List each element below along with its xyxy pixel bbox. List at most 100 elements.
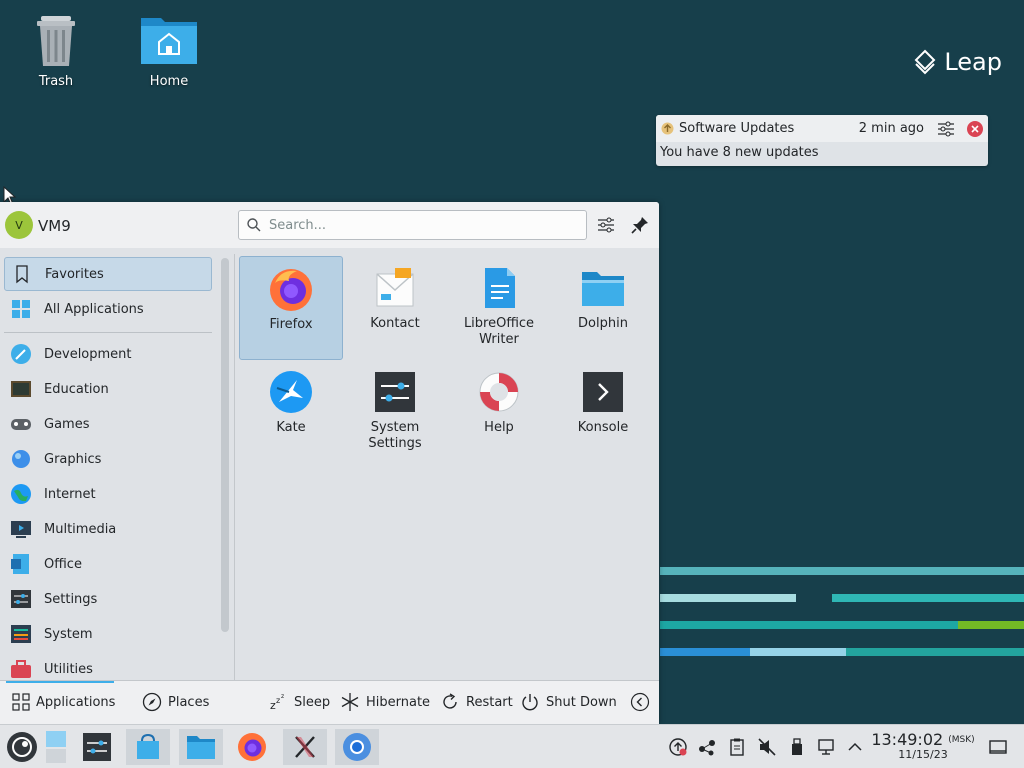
- sidebar-item-internet[interactable]: Internet: [4, 477, 212, 511]
- sidebar-item-label: Office: [44, 556, 82, 572]
- sleep-label: Sleep: [294, 694, 331, 710]
- category-sidebar: Favorites All Applications Development E…: [0, 254, 218, 680]
- sidebar-item-label: Multimedia: [44, 521, 117, 537]
- pane-separator: [234, 254, 235, 680]
- development-icon: [11, 344, 31, 364]
- volume-muted-icon[interactable]: [757, 737, 777, 757]
- sidebar-item-settings[interactable]: Settings: [4, 582, 212, 616]
- app-tile-konsole[interactable]: Konsole: [551, 360, 655, 464]
- taskbar-dolphin[interactable]: [179, 729, 223, 765]
- sidebar-item-office[interactable]: Office: [4, 547, 212, 581]
- user-avatar[interactable]: V: [5, 211, 33, 239]
- chevron-up-icon[interactable]: [845, 737, 865, 757]
- virtual-desktop-icon: [46, 731, 66, 763]
- applications-grid-icon: [12, 693, 30, 711]
- app-tile-kontact[interactable]: Kontact: [343, 256, 447, 360]
- desktop-icon-label: Home: [149, 74, 189, 89]
- power-icon: [522, 694, 538, 711]
- sidebar-item-label: Graphics: [44, 451, 102, 467]
- sidebar-item-graphics[interactable]: Graphics: [4, 442, 212, 476]
- notification-close-icon[interactable]: [966, 120, 984, 138]
- sidebar-item-development[interactable]: Development: [4, 337, 212, 371]
- restart-icon: [443, 693, 457, 709]
- search-input[interactable]: [269, 217, 569, 233]
- sleep-button[interactable]: z z z Sleep: [268, 691, 330, 713]
- notification-popup[interactable]: Software Updates 2 min ago You have 8 ne…: [656, 115, 988, 166]
- compass-icon: [142, 692, 162, 712]
- snowflake-icon: [341, 693, 359, 711]
- clipboard-icon[interactable]: [727, 737, 747, 757]
- taskbar-chromium[interactable]: [335, 729, 379, 765]
- pin-icon[interactable]: [629, 214, 651, 236]
- shutdown-button[interactable]: Shut Down: [520, 691, 617, 713]
- launcher-header: V VM9: [0, 202, 659, 248]
- launcher-button[interactable]: [0, 729, 44, 765]
- desktop-icon-label: Trash: [38, 74, 74, 89]
- app-tile-label: LibreOffice Writer: [463, 316, 535, 347]
- username: VM9: [38, 217, 71, 235]
- network-share-icon[interactable]: [697, 737, 717, 757]
- svg-text:z: z: [281, 693, 284, 700]
- app-tile-system-settings[interactable]: System Settings: [343, 360, 447, 464]
- taskbar: 13:49:02 (MSK) 11/15/23: [0, 724, 1024, 768]
- taskbar-xterm[interactable]: [283, 729, 327, 765]
- home-folder-icon: [141, 18, 197, 64]
- app-tile-label: System Settings: [368, 420, 422, 451]
- firefox-icon: [270, 269, 312, 311]
- sidebar-item-system[interactable]: System: [4, 617, 212, 651]
- sidebar-item-games[interactable]: Games: [4, 407, 212, 441]
- network-wired-icon[interactable]: [817, 737, 837, 757]
- chevron-left-circle-icon: [630, 692, 650, 712]
- show-desktop-icon[interactable]: [988, 737, 1008, 757]
- hibernate-button[interactable]: Hibernate: [340, 691, 430, 713]
- app-tile-firefox[interactable]: Firefox: [239, 256, 343, 360]
- more-actions-button[interactable]: [630, 691, 650, 713]
- tab-places[interactable]: Places: [142, 691, 209, 713]
- sidebar-item-label: Utilities: [44, 661, 93, 677]
- digital-clock[interactable]: 13:49:02 (MSK) 11/15/23: [868, 731, 978, 761]
- app-tile-kate[interactable]: Kate: [239, 360, 343, 464]
- taskbar-firefox[interactable]: [230, 729, 274, 765]
- notification-settings-icon[interactable]: [936, 119, 956, 139]
- sidebar-item-label: Favorites: [45, 266, 104, 282]
- app-tile-help[interactable]: Help: [447, 360, 551, 464]
- sidebar-item-favorites[interactable]: Favorites: [4, 257, 212, 291]
- taskbar-discover[interactable]: [126, 729, 170, 765]
- app-tile-dolphin[interactable]: Dolphin: [551, 256, 655, 360]
- graphics-icon: [12, 450, 30, 468]
- system-settings-icon: [83, 733, 111, 761]
- kontact-icon: [376, 268, 414, 307]
- taskbar-system-settings[interactable]: [75, 729, 119, 765]
- sidebar-item-label: System: [44, 626, 93, 642]
- leap-logo-text: Leap: [944, 48, 1002, 76]
- toolbox-icon: [11, 660, 31, 678]
- system-settings-icon: [375, 372, 415, 412]
- sidebar-item-all-applications[interactable]: All Applications: [4, 292, 212, 326]
- kate-icon: [270, 371, 312, 413]
- sidebar-item-multimedia[interactable]: Multimedia: [4, 512, 212, 546]
- launcher-settings-icon[interactable]: [595, 214, 617, 236]
- restart-button[interactable]: Restart: [440, 691, 513, 713]
- sidebar-item-label: All Applications: [44, 301, 144, 317]
- tab-applications[interactable]: Applications: [12, 691, 115, 713]
- desktop-icon-trash[interactable]: Trash: [11, 12, 101, 89]
- usb-device-icon[interactable]: [787, 737, 807, 757]
- sidebar-item-utilities[interactable]: Utilities: [4, 652, 212, 680]
- tab-label: Places: [168, 694, 210, 710]
- system-icon: [11, 625, 31, 643]
- app-tile-libreoffice-writer[interactable]: LibreOffice Writer: [447, 256, 551, 360]
- office-icon: [11, 554, 29, 574]
- multimedia-icon: [11, 521, 31, 538]
- update-notifier-icon[interactable]: [668, 737, 688, 757]
- dolphin-folder-icon: [582, 272, 624, 306]
- search-box[interactable]: [238, 210, 587, 240]
- sidebar-scrollbar[interactable]: [221, 258, 229, 632]
- search-icon: [247, 218, 261, 232]
- pager-button[interactable]: [40, 729, 72, 765]
- desktop-icon-home[interactable]: Home: [124, 12, 214, 89]
- trash-icon: [37, 16, 75, 66]
- lifebuoy-icon: [479, 372, 519, 412]
- software-updates-icon: [661, 122, 674, 135]
- sleep-icon: z z z: [270, 693, 284, 712]
- sidebar-item-education[interactable]: Education: [4, 372, 212, 406]
